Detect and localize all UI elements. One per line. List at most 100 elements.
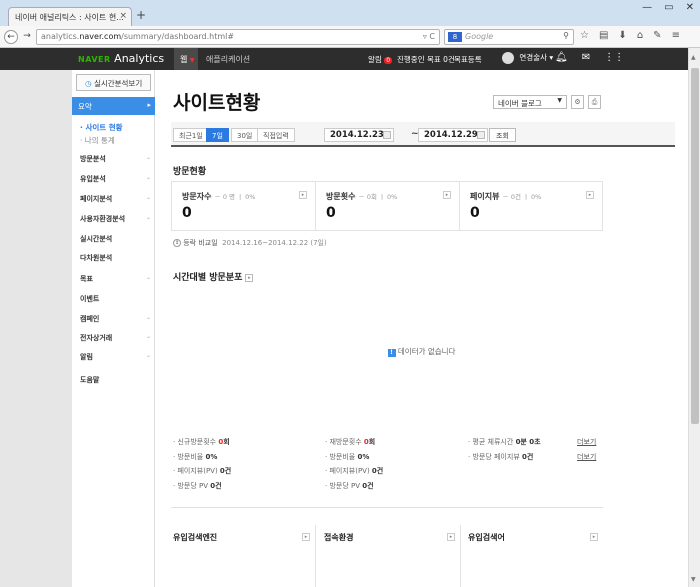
url-domain: naver.com [79,32,122,41]
start-date-input[interactable]: 2014.12.23 [324,128,394,142]
sidebar-item[interactable]: 유입분석 ⌄ [72,170,155,190]
menu-application[interactable]: 애플리케이션 [206,54,250,65]
realtime-analysis-button[interactable]: ◷ 실시간분석보기 [76,74,151,91]
sidebar-sub-my-stats[interactable]: · 나의 통계 [80,135,115,146]
stat-label-visits: 방문횟수 － 0회 ㅣ 0% [326,191,397,202]
search-engine-icon[interactable]: 8 [448,32,462,42]
page-scrollbar[interactable]: ▲ ▼ [688,48,700,587]
clock-icon: ◷ [85,79,92,88]
more-link[interactable]: 더보기 [577,452,596,462]
chevron-down-icon: ⌄ [145,214,151,221]
chevron-right-icon[interactable]: ▸ [245,273,254,282]
sidebar-item[interactable]: 방문분석 ⌄ [72,150,155,170]
chevron-right-icon[interactable]: ▸ [443,191,451,199]
tab-close-icon[interactable]: × [119,11,127,21]
progress-goal-link[interactable]: 진행중인 목표 0건 [397,54,455,65]
time-section-label: 시간대별 방문분포 [173,273,243,283]
grid-icon[interactable]: ⋮⋮ [604,52,624,63]
end-date-input[interactable]: 2014.12.29 [418,128,488,142]
sidebar-item[interactable]: 캠페인 ⌄ [72,310,155,330]
range-button-7days[interactable]: 7일 [206,128,229,142]
sidebar-item-label: 캠페인 [80,315,100,323]
download-icon[interactable]: ⬇ [618,30,626,41]
scroll-thumb[interactable] [691,68,699,424]
main-content: 사이트현황 네이버 블로그 ▼ ⚙ ⎙ 최근1일 7일 30일 직접입력 201… [155,70,688,587]
sidebar-item[interactable]: 페이지분석 ⌄ [72,190,155,210]
logo-analytics: Analytics [114,52,165,65]
sidebar-item[interactable]: 도움말 [72,371,155,391]
extension-icon[interactable]: ✎ [653,30,661,41]
scroll-down-icon[interactable]: ▼ [691,576,696,583]
alarm-count-badge: 0 [384,57,393,64]
more-link[interactable]: 더보기 [577,437,596,447]
sidebar-item[interactable]: 이벤트 [72,290,155,310]
home-icon[interactable]: ⌂ [637,30,643,41]
alarm-label: 알림 [368,55,382,64]
metric-unit: 건 [215,482,222,490]
visit-section-title: 방문현황 [173,167,207,177]
bookmark-star-icon[interactable]: ☆ [580,30,589,41]
back-icon[interactable]: ← [4,30,18,44]
sidebar-item-label: 다차원분석 [80,254,113,262]
print-icon[interactable]: ⎙ [588,95,601,109]
forward-icon[interactable]: → [20,30,34,44]
scroll-up-icon[interactable]: ▲ [691,54,696,61]
metric-label: · 방문당 PV [173,482,209,490]
sidebar-sub-site-status[interactable]: · 사이트 현황 [80,122,123,133]
sidebar-item[interactable]: 목표 ⌄ [72,270,155,290]
chevron-right-icon[interactable]: ▸ [299,191,307,199]
metric-value: 0건 [362,482,373,490]
range-button-1day[interactable]: 최근1일 [173,128,209,142]
column-separator [460,525,461,587]
stat-value: 0 [470,205,480,221]
site-select[interactable]: 네이버 블로그 ▼ [493,95,567,109]
metric-value: 0회 [218,438,229,446]
maximize-icon[interactable]: ▭ [664,2,673,13]
sidebar-item[interactable]: 실시간분석 [72,230,155,250]
mail-icon[interactable]: ✉ [582,52,590,63]
chevron-down-icon: ⌄ [145,314,151,321]
calendar-icon[interactable] [477,131,485,139]
calendar-icon[interactable] [383,131,391,139]
sidebar-item[interactable]: 전자상거래 ⌄ [72,329,155,349]
search-button[interactable]: 조회 [489,128,516,142]
minimize-icon[interactable]: — [642,2,652,13]
app-topbar: NAVER Analytics 웹 ▼ 애플리케이션 알림 0 진행중인 목표 … [0,48,688,70]
chevron-right-icon[interactable]: ▸ [447,533,455,541]
goal-register-link[interactable]: 목표등록 [454,54,482,65]
metric-row: · 평균 체류시간 0분 0초 [468,437,541,447]
search-icon[interactable]: ⚲ [563,31,569,40]
metric-unit: 건 [376,467,384,475]
metric-label: · 페이지뷰(PV) [325,467,370,475]
browser-tab[interactable]: 네이버 애널리틱스 : 사이트 현... × [8,7,132,26]
sidebar-item-label: 실시간분석 [80,235,113,243]
menu-icon[interactable]: ≡ [672,30,680,41]
alarm-link[interactable]: 알림 0 [368,54,393,65]
sidebar-item-label: 사용자환경분석 [80,215,126,223]
chevron-right-icon[interactable]: ▸ [586,191,594,199]
range-button-custom[interactable]: 직접입력 [257,128,295,142]
range-button-30days[interactable]: 30일 [231,128,259,142]
sidebar-item[interactable]: 알림 ⌄ [72,348,155,368]
menu-web[interactable]: 웹 ▼ [174,48,198,70]
naver-analytics-logo[interactable]: NAVER Analytics [78,52,164,65]
settings-gear-icon[interactable]: ⚙ [571,95,584,109]
user-menu[interactable]: 연경술사 ▾ [502,52,553,64]
metric-unit: % [362,453,370,461]
browser-search-input[interactable]: 8 Google ⚲ [444,29,574,45]
bell-icon[interactable]: 🔔︎ [555,52,568,63]
sidebar-item-summary[interactable]: 요약 ▸ [72,97,155,115]
reload-icon[interactable]: ▿ C [423,32,435,41]
metric-value: 0건 [372,467,383,475]
new-tab-button[interactable]: + [136,9,146,21]
close-window-icon[interactable]: ✕ [686,2,694,13]
bookmarks-icon[interactable]: ▤ [599,30,608,41]
sidebar-item[interactable]: 다차원분석 [72,249,155,269]
sidebar-item[interactable]: 사용자환경분석 ⌄ [72,210,155,230]
url-input[interactable]: analytics.naver.com/summary/dashboard.ht… [36,29,440,45]
chevron-right-icon[interactable]: ▸ [302,533,310,541]
stat-title: 방문횟수 [326,192,356,201]
chevron-down-icon: ⌄ [145,352,151,359]
chevron-right-icon[interactable]: ▸ [590,533,598,541]
metric-row: · 방문비율 0% [325,452,369,462]
